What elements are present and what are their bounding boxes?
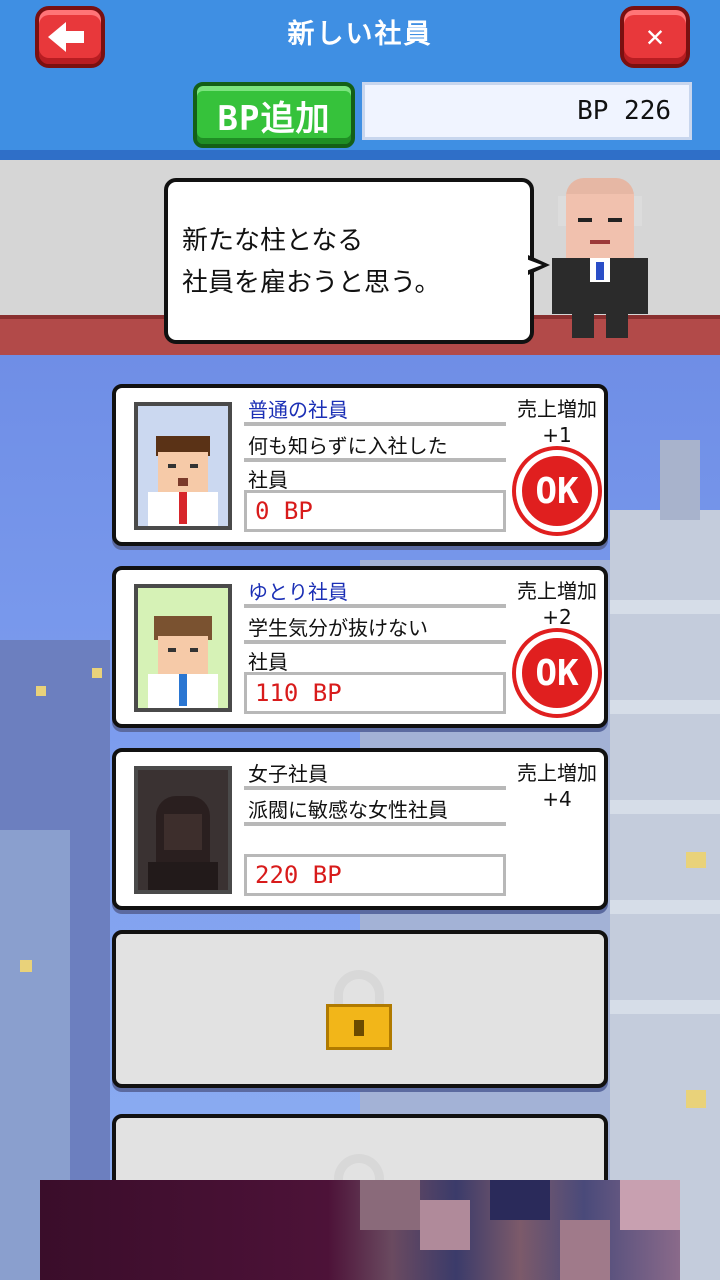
sales-value: +1 xyxy=(542,423,572,447)
ad-banner[interactable] xyxy=(40,1180,680,1280)
building-stripe xyxy=(610,800,720,814)
speech-line-2: 社員を雇おうと思う。 xyxy=(182,268,441,298)
boss-avatar xyxy=(552,178,648,338)
header-divider xyxy=(0,150,720,160)
back-arrow-icon xyxy=(48,22,66,52)
employee-portrait-yutori xyxy=(134,584,232,712)
employee-portrait-normal xyxy=(134,402,232,530)
bp-balance: BP 226 xyxy=(362,82,692,140)
sales-value: +4 xyxy=(542,787,572,811)
lock-icon xyxy=(326,970,392,1050)
employee-price: 110 BP xyxy=(244,672,506,714)
window-light xyxy=(36,686,46,696)
sales-value: +2 xyxy=(542,605,572,629)
speech-line-1: 新たな柱となる xyxy=(182,226,364,256)
employee-desc: 何も知らずに入社した xyxy=(248,434,448,458)
building-stripe xyxy=(610,1000,720,1014)
employee-name: 普通の社員 xyxy=(248,398,348,422)
sales-label: 売上増加 xyxy=(517,761,597,785)
sales-label: 売上増加 xyxy=(517,579,597,603)
employee-desc: 社員 xyxy=(248,650,288,674)
employee-card-normal[interactable]: 普通の社員 何も知らずに入社した 社員 0 BP 売上増加 +1 OK xyxy=(112,384,608,546)
window-light xyxy=(92,668,102,678)
building-right-top xyxy=(660,440,700,520)
employee-name: ゆとり社員 xyxy=(248,580,348,604)
building-stripe xyxy=(610,600,720,614)
employee-price: 0 BP xyxy=(244,490,506,532)
employee-price: 220 BP xyxy=(244,854,506,896)
close-button[interactable]: ✕ xyxy=(620,6,690,68)
employee-desc: 社員 xyxy=(248,468,288,492)
building-stripe xyxy=(610,900,720,914)
employee-portrait-female-silhouette xyxy=(134,766,232,894)
building-right xyxy=(610,510,720,1280)
building-stripe xyxy=(610,700,720,714)
bp-balance-text: BP 226 xyxy=(577,96,671,126)
employee-desc: 派閥に敏感な女性社員 xyxy=(248,798,448,822)
sales-increase: 売上増加 +1 xyxy=(508,396,606,448)
window-light xyxy=(686,1090,706,1108)
employee-card-female[interactable]: 女子社員 派閥に敏感な女性社員 220 BP 売上増加 +4 xyxy=(112,748,608,910)
ok-stamp-button[interactable]: OK xyxy=(516,450,598,532)
sales-increase: 売上増加 +4 xyxy=(508,760,606,812)
locked-employee-slot xyxy=(112,930,608,1088)
bp-add-button[interactable]: BP追加 xyxy=(193,82,355,148)
page-title: 新しい社員 xyxy=(287,19,433,50)
speech-bubble: 新たな柱となる 社員を雇おうと思う。 xyxy=(164,178,534,344)
employee-desc: 学生気分が抜けない xyxy=(248,616,428,640)
window-light xyxy=(686,852,706,868)
sales-increase: 売上増加 +2 xyxy=(508,578,606,630)
ok-stamp-button[interactable]: OK xyxy=(516,632,598,714)
close-icon: ✕ xyxy=(645,19,665,54)
employee-name: 女子社員 xyxy=(248,762,328,786)
employee-card-yutori[interactable]: ゆとり社員 学生気分が抜けない 社員 110 BP 売上増加 +2 OK xyxy=(112,566,608,728)
window-light xyxy=(20,960,32,972)
back-button[interactable] xyxy=(35,6,105,68)
sales-label: 売上増加 xyxy=(517,397,597,421)
